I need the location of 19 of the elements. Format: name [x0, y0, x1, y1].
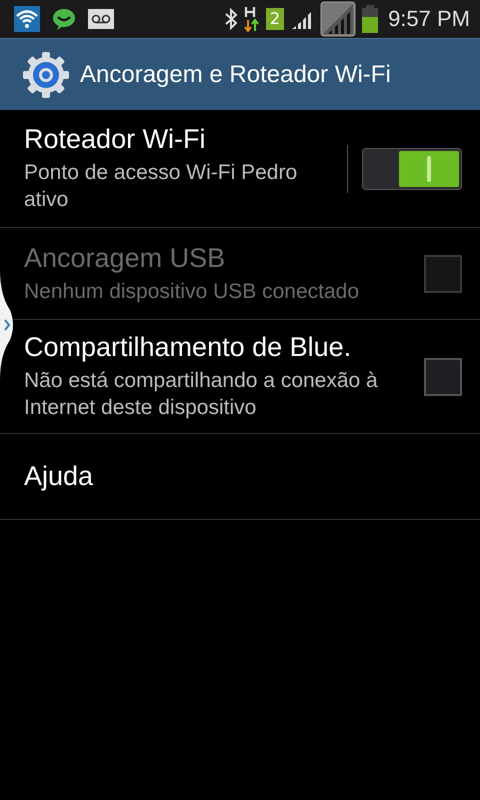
row-title: Ajuda [24, 461, 94, 492]
row-title: Compartilhamento de Blue. [24, 332, 352, 363]
row-summary: Não está compartilhando a conexão à Internet deste dispositivo [24, 368, 379, 421]
data-transfer-icon [244, 6, 260, 32]
row-title: Roteador Wi-Fi [24, 124, 207, 155]
row-title: Ancoragem USB [24, 242, 226, 274]
toggle-switch[interactable] [362, 148, 462, 190]
clock-time: 9:57 PM [388, 6, 470, 32]
battery-icon [362, 5, 378, 33]
row-summary: Nenhum dispositivo USB conectado [24, 278, 360, 304]
settings-icon [22, 50, 70, 98]
chat-bubble-icon [52, 7, 76, 31]
screen-title: Ancoragem e Roteador Wi-Fi [80, 60, 391, 88]
sim-card-badge: 2 [266, 8, 284, 30]
checkbox[interactable] [424, 358, 462, 396]
voicemail-icon [88, 9, 114, 29]
bluetooth-icon [224, 7, 238, 31]
wifi-icon [14, 6, 40, 32]
row-summary: Ponto de acesso Wi-Fi Pedro ativo [24, 160, 298, 213]
